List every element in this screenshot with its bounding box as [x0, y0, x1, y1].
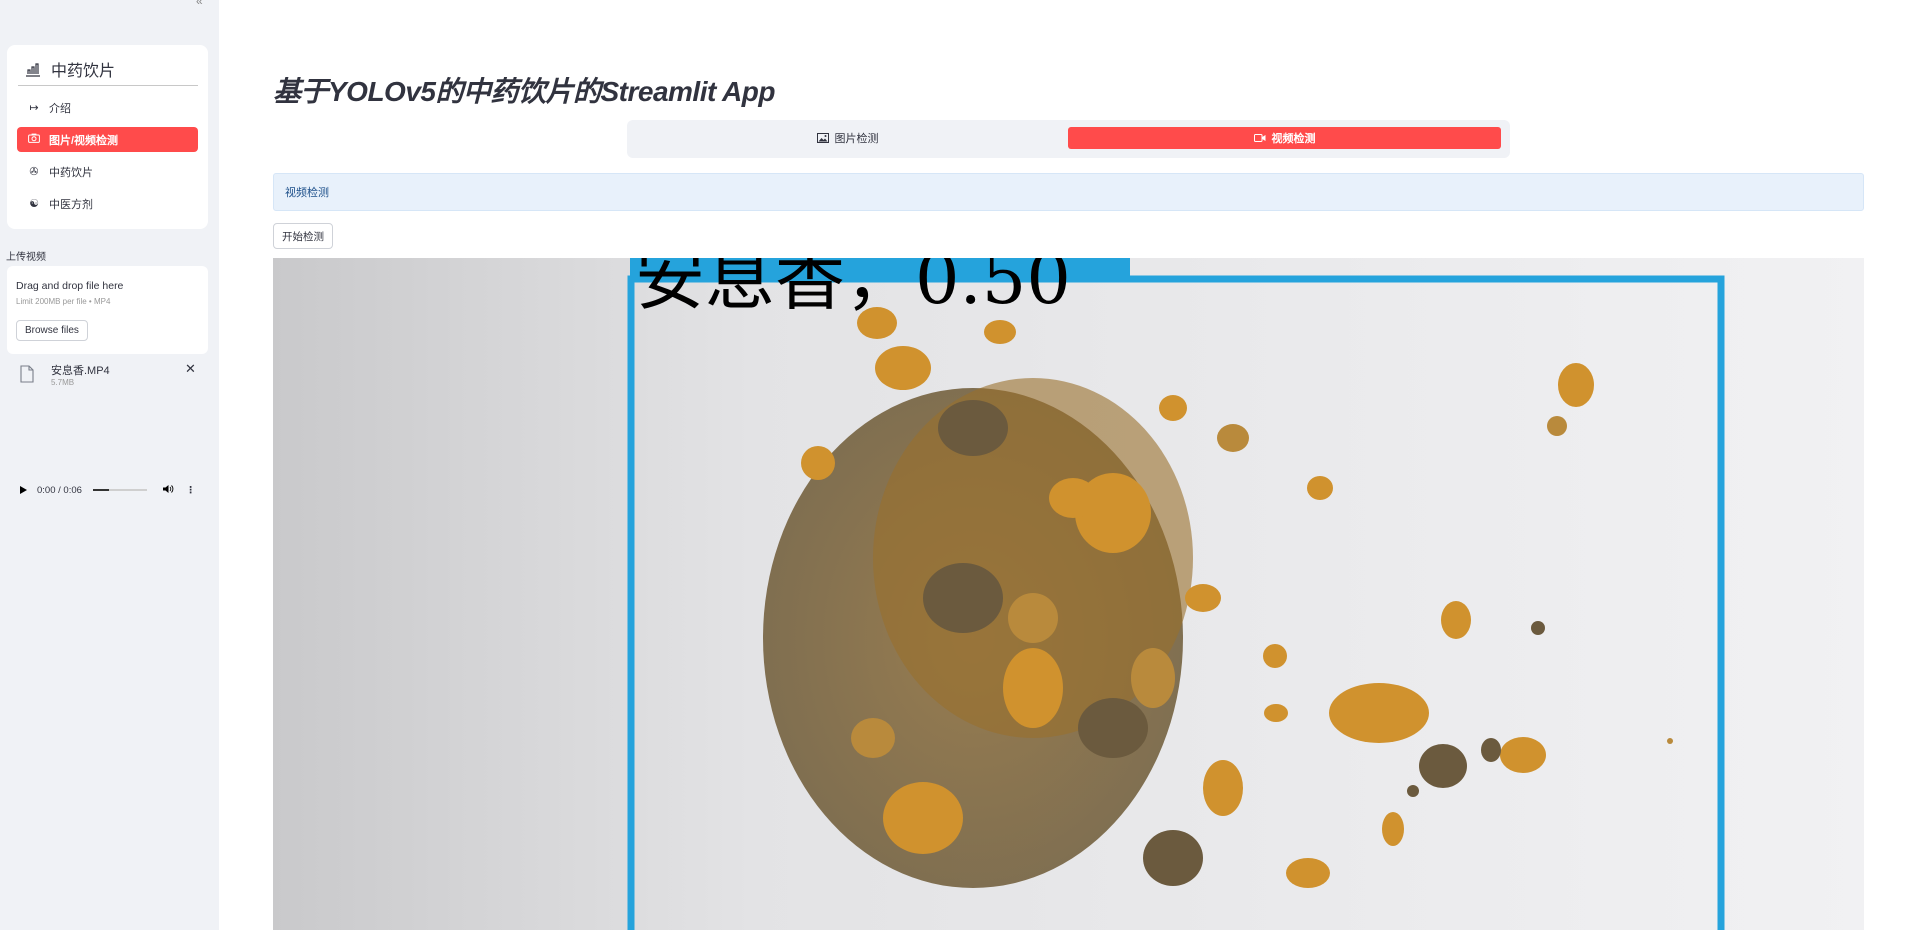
palette-icon: ✇ — [29, 166, 39, 178]
file-size: 5.7MB — [51, 378, 75, 387]
video-frame-image: 安息香，0.50 — [273, 258, 1864, 930]
detection-label: 安息香，0.50 — [635, 258, 1071, 320]
tab-label: 图片检测 — [834, 133, 879, 145]
volume-icon[interactable] — [162, 484, 174, 497]
file-name: 安息香.MP4 — [51, 365, 110, 377]
browse-files-button[interactable]: Browse files — [16, 320, 88, 341]
menu-divider — [18, 85, 198, 86]
menu-item-herbs[interactable]: ✇ 中药饮片 — [17, 159, 198, 184]
tab-video-detection[interactable]: 视频检测 — [1068, 127, 1501, 149]
menu-item-detection[interactable]: 图片/视频检测 — [17, 127, 198, 152]
menu-item-label: 介绍 — [49, 102, 71, 115]
play-icon[interactable] — [20, 486, 27, 494]
page-title: 基于YOLOv5的中药饮片的Streamlit App — [273, 76, 775, 107]
yin-yang-icon: ☯ — [29, 198, 39, 210]
menu-item-intro[interactable]: ↦ 介绍 — [17, 95, 198, 120]
uploaded-file: 安息香.MP4 5.7MB ✕ — [20, 360, 200, 394]
tab-label: 视频检测 — [1271, 133, 1316, 145]
detection-video-frame: 安息香，0.50 — [273, 258, 1864, 930]
menu-title: 中药饮片 — [25, 57, 115, 81]
camera-icon — [27, 133, 41, 146]
dropzone-limit: Limit 200MB per file • MP4 — [16, 297, 111, 306]
box-arrow-right-icon: ↦ — [29, 102, 39, 114]
info-alert: 视频检测 — [273, 173, 1864, 211]
start-detection-button[interactable]: 开始检测 — [273, 223, 333, 249]
tab-image-detection[interactable]: 图片检测 — [631, 127, 1064, 149]
file-icon — [20, 365, 34, 383]
detection-tabs: 图片检测 视频检测 — [627, 120, 1510, 158]
media-time: 0:00 / 0:06 — [37, 484, 82, 496]
file-dropzone[interactable]: Drag and drop file here Limit 200MB per … — [7, 266, 208, 354]
media-seek-slider[interactable] — [92, 489, 147, 491]
upload-label: 上传视频 — [6, 252, 46, 263]
sidebar: « 中药饮片 ↦ 介绍 图片/视频检测 ✇ 中药饮片 ☯ 中医方剂 上传视频 D… — [0, 0, 219, 930]
detection-label-text: 安息香，0.50 — [635, 258, 1071, 320]
menu-title-label: 中药饮片 — [51, 63, 116, 80]
collapse-sidebar-icon[interactable]: « — [196, 0, 203, 8]
film-icon — [1253, 134, 1265, 142]
image-icon — [816, 133, 829, 143]
menu-item-label: 中医方剂 — [49, 198, 93, 211]
media-seek-progress — [92, 489, 110, 491]
menu-item-prescriptions[interactable]: ☯ 中医方剂 — [17, 191, 198, 216]
bar-chart-icon — [26, 63, 40, 77]
media-player: 0:00 / 0:06 ⋮ — [10, 480, 200, 500]
info-text: 视频检测 — [285, 187, 329, 199]
dropzone-title: Drag and drop file here — [16, 280, 124, 292]
menu-item-label: 图片/视频检测 — [49, 134, 119, 147]
option-menu: 中药饮片 ↦ 介绍 图片/视频检测 ✇ 中药饮片 ☯ 中医方剂 — [7, 45, 208, 229]
menu-item-label: 中药饮片 — [49, 166, 93, 179]
remove-file-icon[interactable]: ✕ — [185, 361, 196, 377]
more-options-icon[interactable]: ⋮ — [186, 485, 196, 496]
